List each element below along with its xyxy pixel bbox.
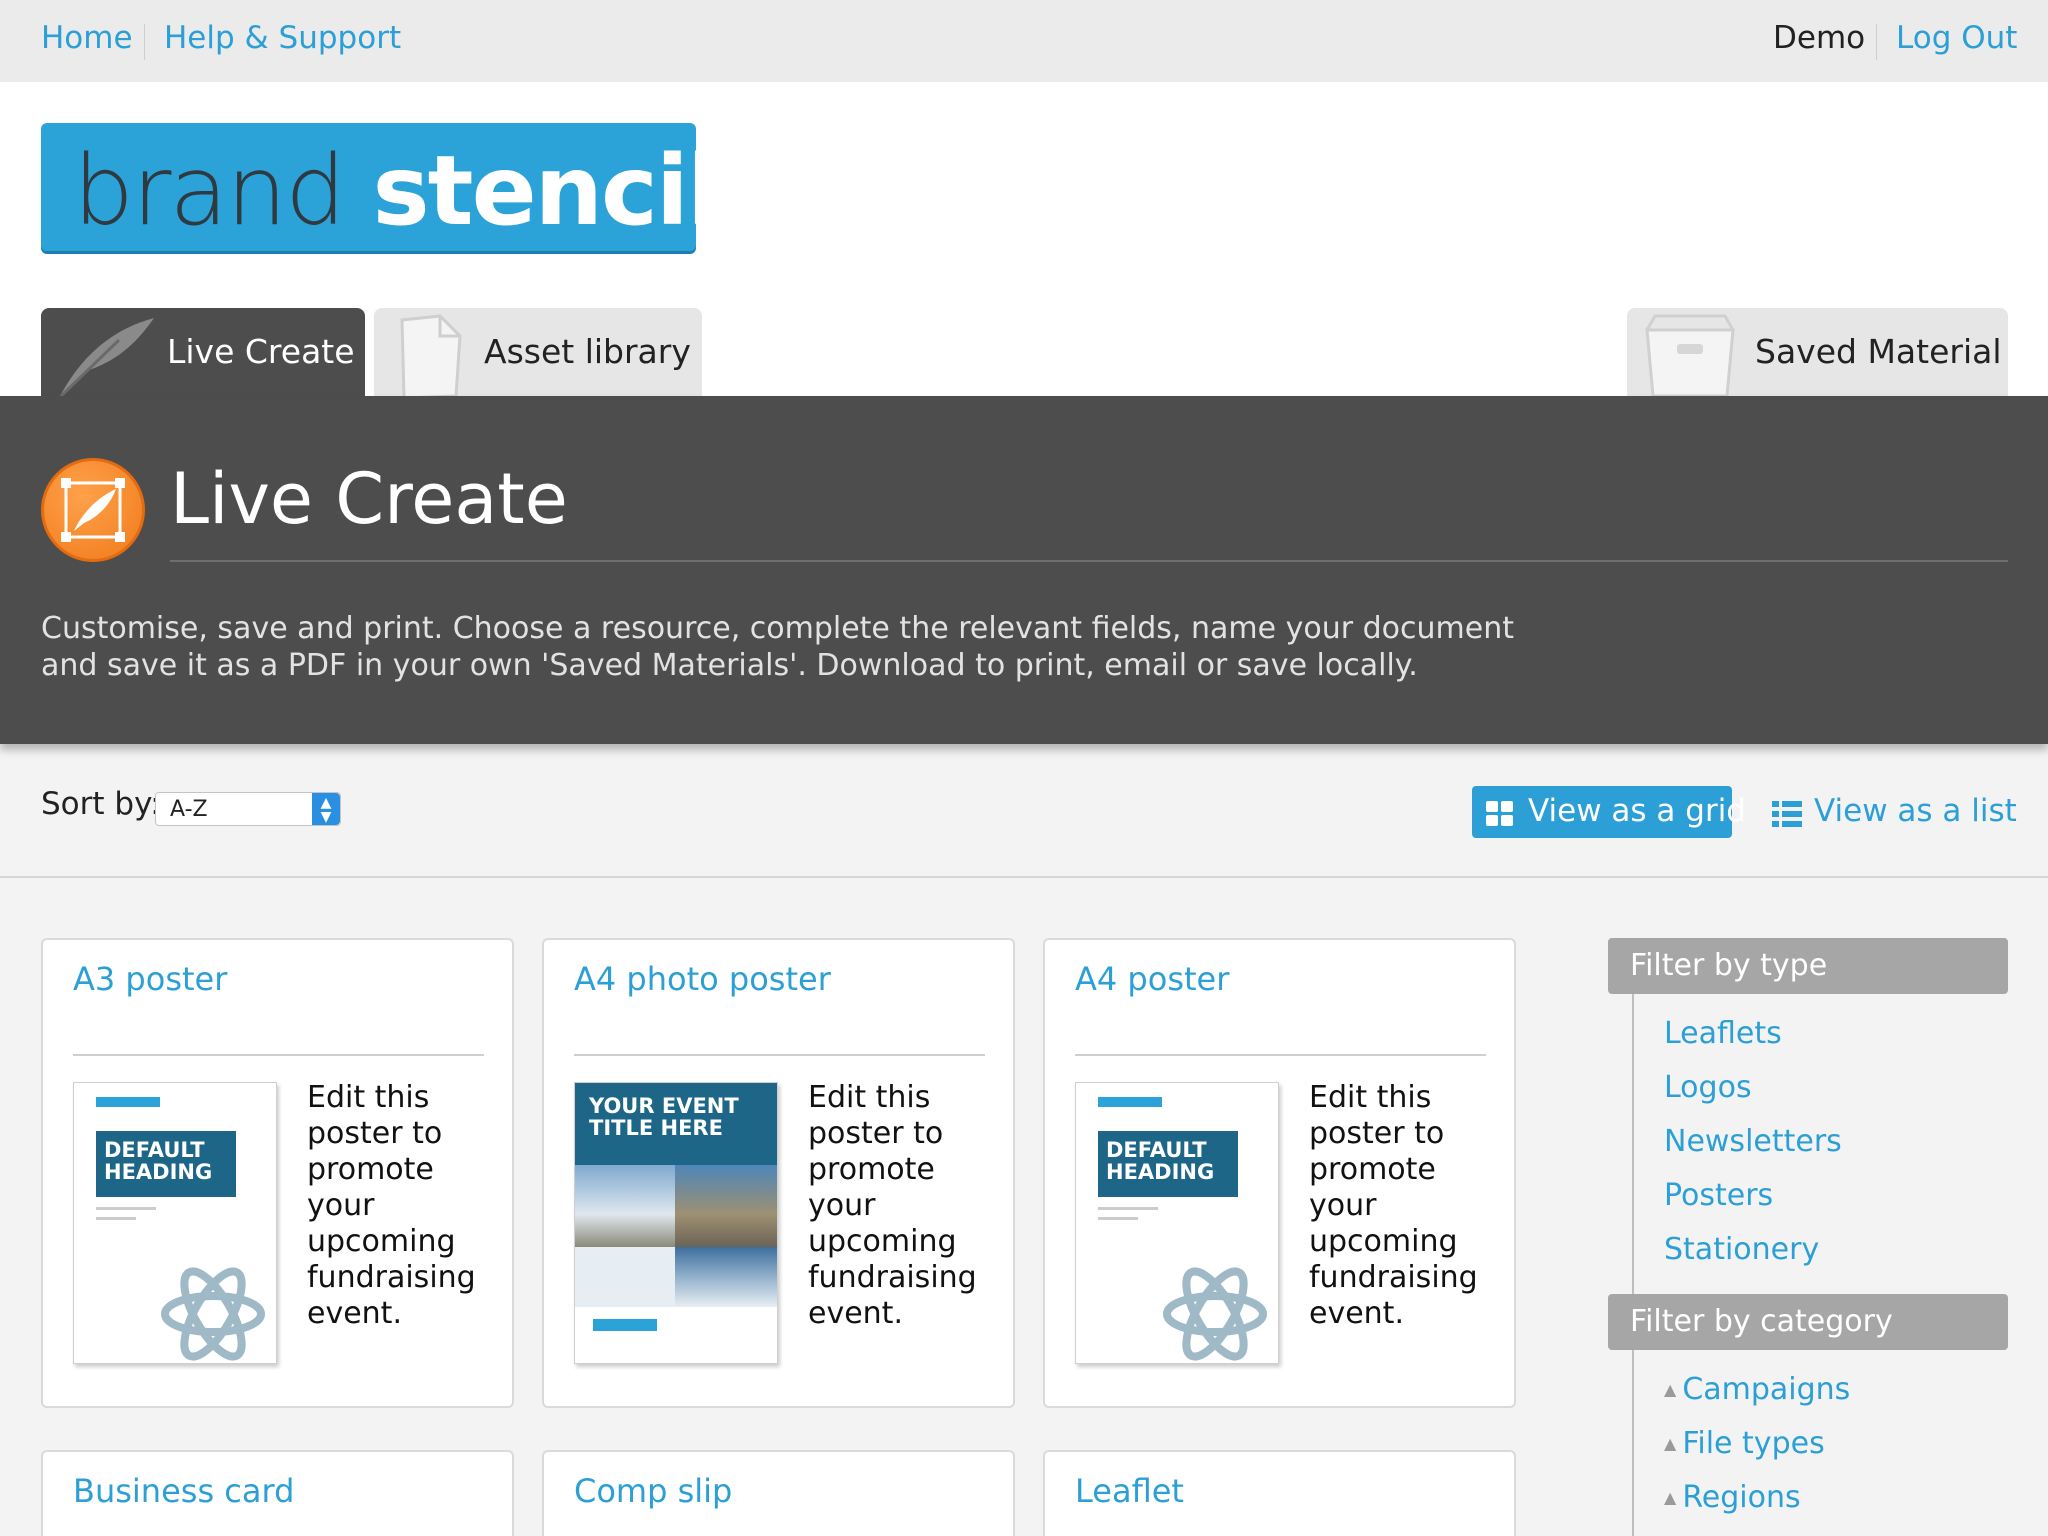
filter-category-heading[interactable]: Filter by category (1608, 1294, 2008, 1350)
poster-thumbnail[interactable]: DEFAULT HEADING (73, 1082, 277, 1364)
header: brand stencil Live Create Asset library (0, 82, 2048, 396)
resource-card[interactable]: A4 photo poster YOUR EVENT TITLE HERE Ed… (542, 938, 1015, 1408)
resource-card[interactable]: Business card (41, 1450, 514, 1536)
tab-label: Asset library (484, 332, 691, 371)
top-bar: Home Help & Support Demo Log Out (0, 0, 2048, 82)
filter-item-regions[interactable]: ▲ Regions (1664, 1480, 1801, 1515)
thumb-heading: DEFAULT HEADING (96, 1131, 236, 1197)
filter-item-stationery[interactable]: Stationery (1664, 1232, 1819, 1267)
expand-icon: ▲ (1664, 1380, 1677, 1399)
divider (170, 560, 2008, 562)
sort-select[interactable]: A-Z ▲ ▼ (155, 792, 341, 826)
page-title: Live Create (170, 458, 568, 540)
photo-text-block (575, 1247, 675, 1307)
filter-item-file-types[interactable]: ▲ File types (1664, 1426, 1825, 1461)
card-title[interactable]: Business card (73, 1472, 294, 1510)
card-title[interactable]: Leaflet (1075, 1472, 1184, 1510)
view-grid-label: View as a grid (1528, 793, 1746, 829)
view-list-button[interactable]: View as a list (1768, 786, 2017, 838)
expand-icon: ▲ (1664, 1434, 1677, 1453)
atom-icon (1160, 1259, 1270, 1363)
tab-label: Live Create (167, 332, 355, 371)
resource-card[interactable]: Comp slip (542, 1450, 1015, 1536)
divider (1632, 994, 1634, 1294)
filter-item-campaigns[interactable]: ▲ Campaigns (1664, 1372, 1850, 1407)
logo-part-stencil: stencil (372, 135, 720, 247)
divider (1876, 24, 1877, 60)
logout-link[interactable]: Log Out (1896, 20, 2017, 56)
card-description: Edit this poster to promote your upcomin… (307, 1080, 476, 1331)
expand-icon: ▲ (1664, 1488, 1677, 1507)
card-title[interactable]: Comp slip (574, 1472, 732, 1510)
thumb-text-line (96, 1207, 156, 1210)
filter-item-leaflets[interactable]: Leaflets (1664, 1016, 1782, 1051)
card-description: Edit this poster to promote your upcomin… (808, 1080, 977, 1331)
photo-opera-house (675, 1247, 777, 1307)
poster-thumbnail[interactable]: YOUR EVENT TITLE HERE (574, 1082, 778, 1364)
view-grid-button[interactable]: View as a grid (1472, 786, 1746, 838)
filter-item-label: Campaigns (1682, 1372, 1851, 1407)
card-description: Edit this poster to promote your upcomin… (1309, 1080, 1478, 1331)
brand-logo-mini (96, 1097, 160, 1107)
filter-item-newsletters[interactable]: Newsletters (1664, 1124, 1842, 1159)
feather-icon (41, 458, 145, 562)
logo-part-brand: brand (73, 135, 346, 247)
logo-text: brand stencil (73, 135, 720, 247)
list-icon (1772, 799, 1802, 835)
card-title[interactable]: A3 poster (73, 960, 227, 998)
divider (574, 1054, 985, 1056)
tab-asset-library[interactable]: Asset library (374, 308, 702, 396)
thumb-heading: DEFAULT HEADING (1098, 1131, 1238, 1197)
brand-logo-mini (1098, 1097, 1162, 1107)
folder-icon (1635, 310, 1745, 396)
divider (73, 1054, 484, 1056)
brand-logo-mini (593, 1319, 657, 1331)
atom-icon (158, 1259, 268, 1363)
sort-label: Sort by: (41, 786, 161, 822)
thumb-text-line (96, 1217, 136, 1220)
resource-card[interactable]: A3 poster DEFAULT HEADING Edit this post… (41, 938, 514, 1408)
card-title[interactable]: A4 photo poster (574, 960, 831, 998)
brand-logo[interactable]: brand stencil (41, 123, 720, 251)
user-name: Demo (1773, 20, 1866, 56)
select-arrows-icon: ▲ ▼ (312, 793, 340, 825)
filter-item-logos[interactable]: Logos (1664, 1070, 1752, 1105)
filter-item-label: File types (1682, 1426, 1825, 1461)
tab-label: Saved Material (1755, 332, 2002, 371)
sort-value: A-Z (170, 797, 208, 822)
poster-thumbnail[interactable]: DEFAULT HEADING (1075, 1082, 1279, 1364)
filter-item-label: Regions (1682, 1480, 1801, 1515)
divider (1075, 1054, 1486, 1056)
page-description: Customise, save and print. Choose a reso… (41, 611, 1514, 683)
feather-icon (49, 310, 159, 396)
section-banner: Live Create Customise, save and print. C… (0, 396, 2048, 744)
grid-icon (1486, 799, 1514, 835)
thumb-text-line (1098, 1217, 1138, 1220)
thumb-heading: YOUR EVENT TITLE HERE (575, 1083, 777, 1165)
photo-cathedral (675, 1165, 777, 1247)
thumb-text-line (1098, 1207, 1158, 1210)
resource-card[interactable]: Leaflet (1043, 1450, 1516, 1536)
card-title[interactable]: A4 poster (1075, 960, 1229, 998)
filter-item-posters[interactable]: Posters (1664, 1178, 1773, 1213)
resource-card[interactable]: A4 poster DEFAULT HEADING Edit this post… (1043, 938, 1516, 1408)
filter-type-heading[interactable]: Filter by type (1608, 938, 2008, 994)
divider (1632, 1350, 1634, 1536)
divider (144, 24, 145, 60)
photo-capitol (575, 1165, 675, 1247)
tab-saved-material[interactable]: Saved Material (1627, 308, 2008, 396)
document-icon (382, 310, 472, 396)
tab-live-create[interactable]: Live Create (41, 308, 365, 396)
view-toolbar: Sort by: A-Z ▲ ▼ View as a grid View as … (0, 744, 2048, 878)
view-list-label: View as a list (1814, 793, 2017, 829)
help-support-link[interactable]: Help & Support (164, 20, 401, 56)
home-link[interactable]: Home (41, 20, 133, 56)
